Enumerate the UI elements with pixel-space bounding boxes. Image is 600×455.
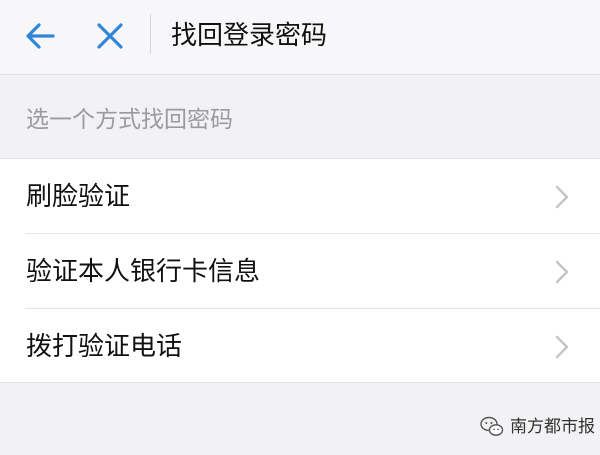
option-label: 拨打验证电话 (26, 332, 183, 362)
section-header-label: 选一个方式找回密码 (26, 107, 233, 133)
back-button[interactable] (18, 16, 62, 56)
recovery-options-list: 刷脸验证 验证本人银行卡信息 拨打验证电话 (0, 158, 600, 383)
option-phone-verification[interactable]: 拨打验证电话 (0, 309, 600, 384)
section-header: 选一个方式找回密码 (0, 76, 600, 158)
arrow-left-icon (26, 23, 55, 49)
chevron-right-icon (555, 260, 569, 284)
option-label: 刷脸验证 (26, 182, 131, 212)
close-button[interactable] (88, 16, 132, 56)
wechat-icon (480, 416, 504, 436)
option-bank-card-verification[interactable]: 验证本人银行卡信息 (0, 234, 600, 309)
navigation-bar: 找回登录密码 (0, 0, 600, 75)
watermark: 南方都市报 (480, 414, 595, 440)
page-title: 找回登录密码 (171, 21, 328, 51)
nav-divider (150, 14, 151, 54)
watermark-text: 南方都市报 (510, 417, 595, 437)
chevron-right-icon (555, 185, 569, 209)
chevron-right-icon (555, 335, 569, 359)
option-face-verification[interactable]: 刷脸验证 (0, 159, 600, 234)
close-icon (97, 23, 123, 49)
option-label: 验证本人银行卡信息 (26, 257, 261, 287)
